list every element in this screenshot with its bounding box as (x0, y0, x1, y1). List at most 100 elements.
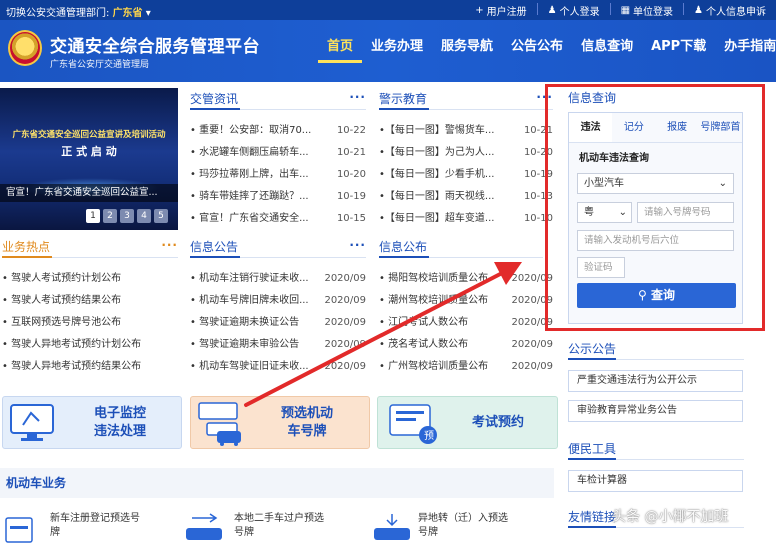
list-item[interactable]: • 广州驾校培训质量公布 2020/09 (379, 356, 553, 378)
title-underline (568, 358, 616, 360)
title-underline (190, 108, 240, 110)
vehicle-business-header: 机动车业务 (0, 468, 554, 498)
nav-app-download[interactable]: APP下载 (642, 37, 715, 63)
plate-preselect-tile[interactable]: 预选机动 车号牌 (190, 396, 370, 449)
site-subtitle: 广东省公安厅交通管理局 (50, 60, 150, 70)
inspection-calculator-link[interactable]: 车检计算器 (568, 470, 743, 492)
caret-down-icon: ▾ (145, 8, 151, 19)
tile-label: 考试预约 (471, 415, 524, 430)
list-item[interactable]: • 驾驶证逾期未审验公告 2020/09 (190, 334, 366, 356)
more-icon[interactable]: ··· (161, 238, 178, 252)
list-item[interactable]: • 机动车驾驶证旧证未收... 2020/09 (190, 356, 366, 378)
list-item[interactable]: •【每日一图】少看手机... 10-19 (379, 164, 553, 186)
exam-form-icon: 预 (389, 404, 437, 444)
monitor-screen-icon (10, 404, 54, 441)
title-underline (568, 526, 616, 528)
list-item[interactable]: •【每日一图】警惕货车... 10-21 (379, 120, 553, 142)
notice-item-audit[interactable]: 审验教育异常业务公告 (568, 400, 743, 422)
divider (536, 3, 538, 15)
warning-education-list: •【每日一图】警惕货车... 10-21 •【每日一图】为己为人... 10-20 … (379, 120, 553, 230)
user-icon: ♟ (547, 5, 557, 16)
warning-education-header: 警示教育 ··· (379, 90, 553, 110)
register-link[interactable]: + 用户注册 (475, 3, 526, 18)
new-car-register-link[interactable]: 新车注册登记预选号 牌 (50, 512, 140, 540)
user-icon: ♟ (694, 5, 703, 16)
list-item[interactable]: • 骑车带娃摔了还蹦跶？... 10-19 (190, 186, 366, 208)
personal-login-link[interactable]: ♟ 个人登录 (548, 3, 600, 18)
appeal-link[interactable]: ♟ 个人信息申诉 (694, 3, 766, 18)
info-notice-list: • 机动车注销行驶证未收... 2020/09 • 机动车号牌旧牌未收回... 20… (190, 268, 366, 378)
public-notice-header: 公示公告 (568, 340, 744, 360)
carousel-page-2[interactable]: 2 (103, 209, 117, 223)
panel-title: 交管资讯 (190, 92, 239, 106)
carousel-page-5[interactable]: 5 (154, 209, 168, 223)
relocation-link[interactable]: 异地转（迁）入预选 号牌 (418, 512, 508, 540)
nav-business[interactable]: 业务办理 (362, 37, 432, 63)
banner-headline-big: 正 式 启 动 (61, 145, 117, 158)
tile-label: 预选机动 车号牌 (280, 406, 333, 439)
unit-login-link[interactable]: ▦ 单位登录 (621, 3, 673, 18)
list-item[interactable]: • 驾驶人异地考试预约计划公布 (2, 334, 178, 356)
list-item[interactable]: • 机动车号牌旧牌未收回... 2020/09 (190, 290, 366, 312)
exam-booking-tile[interactable]: 预 考试预约 (377, 396, 558, 449)
electronic-monitoring-tile[interactable]: 电子监控 违法处理 (2, 396, 182, 449)
banner-caption[interactable]: 官宣！广东省交通安全巡回公益宣... (0, 184, 178, 202)
carousel-page-4[interactable]: 4 (137, 209, 151, 223)
police-emblem-icon (8, 30, 42, 66)
tools-header: 便民工具 (568, 440, 744, 460)
region-name: 广东省 (112, 8, 143, 19)
list-item[interactable]: • 揭阳驾校培训质量公布 2020/09 (379, 268, 553, 290)
carousel-page-3[interactable]: 3 (120, 209, 134, 223)
list-item[interactable]: •【每日一图】超车变道... 10-10 (379, 208, 553, 230)
top-bar: 切换公安交通管理部门: 广东省 ▾ + 用户注册 ♟ 个人登录 ▦ 单位登录 ♟ 个人信… (0, 0, 776, 20)
business-hot-header: 业务热点 ··· (2, 238, 178, 258)
list-item[interactable]: • 驾驶证逾期未换证公告 2020/09 (190, 312, 366, 334)
nav-service-guide[interactable]: 服务导航 (432, 37, 502, 63)
divider (609, 3, 611, 15)
list-item[interactable]: • 驾驶人考试预约计划公布 (2, 268, 178, 290)
used-car-transfer-link[interactable]: 本地二手车过户预选 号牌 (234, 512, 324, 540)
list-item[interactable]: • 驾驶人异地考试预约结果公布 (2, 356, 178, 378)
list-item[interactable]: • 重要！公安部：取消70... 10-22 (190, 120, 366, 142)
traffic-news-header: 交管资讯 ··· (190, 90, 366, 110)
title-underline (379, 256, 429, 258)
panel-title: 业务热点 (2, 240, 51, 254)
panel-title: 信息公告 (190, 240, 239, 254)
banner-headline: 广东省交通安全巡回公益宣讲及培训活动 (12, 130, 166, 140)
nav-info-query[interactable]: 信息查询 (572, 37, 642, 63)
carousel-page-1[interactable]: 1 (86, 209, 100, 223)
list-item[interactable]: • 茂名考试人数公布 2020/09 (379, 334, 553, 356)
list-item[interactable]: • 机动车注销行驶证未收... 2020/09 (190, 268, 366, 290)
license-plate-icon (198, 402, 241, 446)
site-title: 交通安全综合服务管理平台 (50, 37, 260, 57)
notice-item-violation[interactable]: 严重交通违法行为公开公示 (568, 370, 743, 392)
panel-title: 警示教育 (379, 92, 428, 106)
nav-guide[interactable]: 办手指南 (715, 37, 776, 63)
site-header: 交通安全综合服务管理平台 广东省公安厅交通管理局 首页 业务办理 服务导航 公告… (0, 20, 776, 82)
tile-label: 电子监控 违法处理 (93, 406, 146, 439)
list-item[interactable]: •【每日一图】雨天视线... 10-13 (379, 186, 553, 208)
more-icon[interactable]: ··· (349, 238, 366, 252)
list-item[interactable]: • 玛莎拉蒂刚上牌，出车... 10-20 (190, 164, 366, 186)
title-underline (190, 256, 240, 258)
list-item[interactable]: • 互联网预选号牌号池公布 (2, 312, 178, 334)
list-item[interactable]: • 江门考试人数公布 2020/09 (379, 312, 553, 334)
used-car-transfer-icon (186, 513, 222, 540)
building-icon: ▦ (620, 5, 631, 16)
list-item[interactable]: • 水泥罐车侧翻压扁轿车... 10-21 (190, 142, 366, 164)
list-item[interactable]: • 驾驶人考试预约结果公布 (2, 290, 178, 312)
main-nav: 首页 业务办理 服务导航 公告公布 信息查询 APP下载 办手指南 (318, 37, 776, 63)
region-switcher[interactable]: 切换公安交通管理部门: 广东省 ▾ (6, 4, 151, 19)
list-item[interactable]: • 官宣！广东省交通安全... 10-15 (190, 208, 366, 230)
list-item[interactable]: •【每日一图】为己为人... 10-20 (379, 142, 553, 164)
carousel-pager: 1 2 3 4 5 (86, 209, 168, 223)
nav-home[interactable]: 首页 (318, 37, 363, 63)
news-carousel[interactable]: 广东省交通安全巡回公益宣讲及培训活动 正 式 启 动 官宣！广东省交通安全巡回公… (0, 88, 178, 230)
plus-icon: + (475, 5, 484, 16)
list-item[interactable]: • 潮州驾校培训质量公布 2020/09 (379, 290, 553, 312)
divider (683, 3, 685, 15)
panel-title: 信息公布 (379, 240, 428, 254)
more-icon[interactable]: ··· (349, 90, 366, 104)
highlight-frame (545, 84, 765, 331)
nav-announcements[interactable]: 公告公布 (502, 37, 572, 63)
